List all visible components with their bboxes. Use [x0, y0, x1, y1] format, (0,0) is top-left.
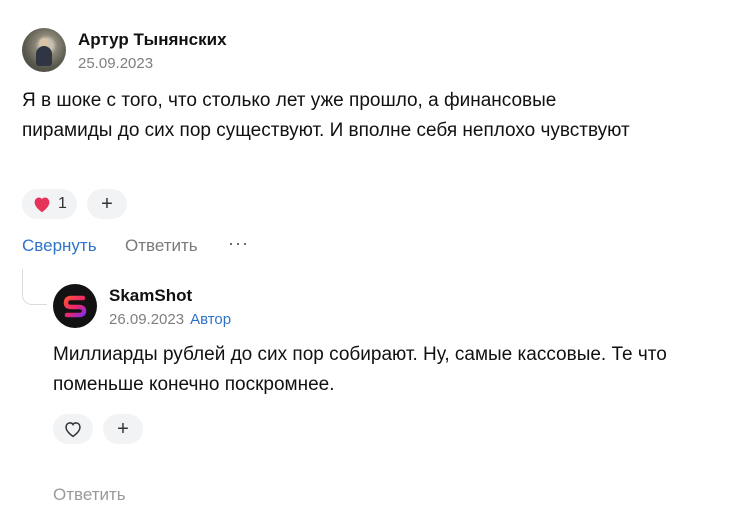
- author-name[interactable]: Артур Тынянских: [78, 30, 227, 50]
- like-count: 1: [58, 195, 67, 212]
- reply-button[interactable]: Ответить: [125, 236, 198, 256]
- reply-avatar[interactable]: [53, 284, 97, 328]
- plus-icon: +: [117, 417, 129, 440]
- avatar-figure: [36, 46, 52, 66]
- author-badge: Автор: [190, 311, 232, 328]
- plus-icon: +: [101, 192, 113, 215]
- add-reaction-button[interactable]: +: [87, 189, 127, 219]
- reply-like-button[interactable]: [53, 414, 93, 444]
- more-dots-icon[interactable]: ···: [228, 233, 249, 254]
- heart-outline-icon: [63, 420, 83, 438]
- avatar[interactable]: [22, 28, 66, 72]
- thread-line: [22, 269, 47, 305]
- reply-date-line: 26.09.2023 Автор: [109, 311, 231, 328]
- reply-add-reaction-button[interactable]: +: [103, 414, 143, 444]
- reply-reply-button[interactable]: Ответить: [53, 485, 126, 505]
- heart-filled-icon: [32, 195, 52, 213]
- reply-date: 26.09.2023: [109, 311, 185, 328]
- reply-author-name[interactable]: SkamShot: [109, 286, 192, 306]
- reply-text: Миллиарды рублей до сих пор собирают. Ну…: [53, 344, 667, 395]
- skamshot-logo-icon: [63, 295, 87, 318]
- like-button[interactable]: 1: [22, 189, 77, 219]
- collapse-button[interactable]: Свернуть: [22, 236, 97, 256]
- comment-text: Я в шоке с того, что столько лет уже про…: [22, 90, 630, 141]
- comment-date: 25.09.2023: [78, 55, 154, 72]
